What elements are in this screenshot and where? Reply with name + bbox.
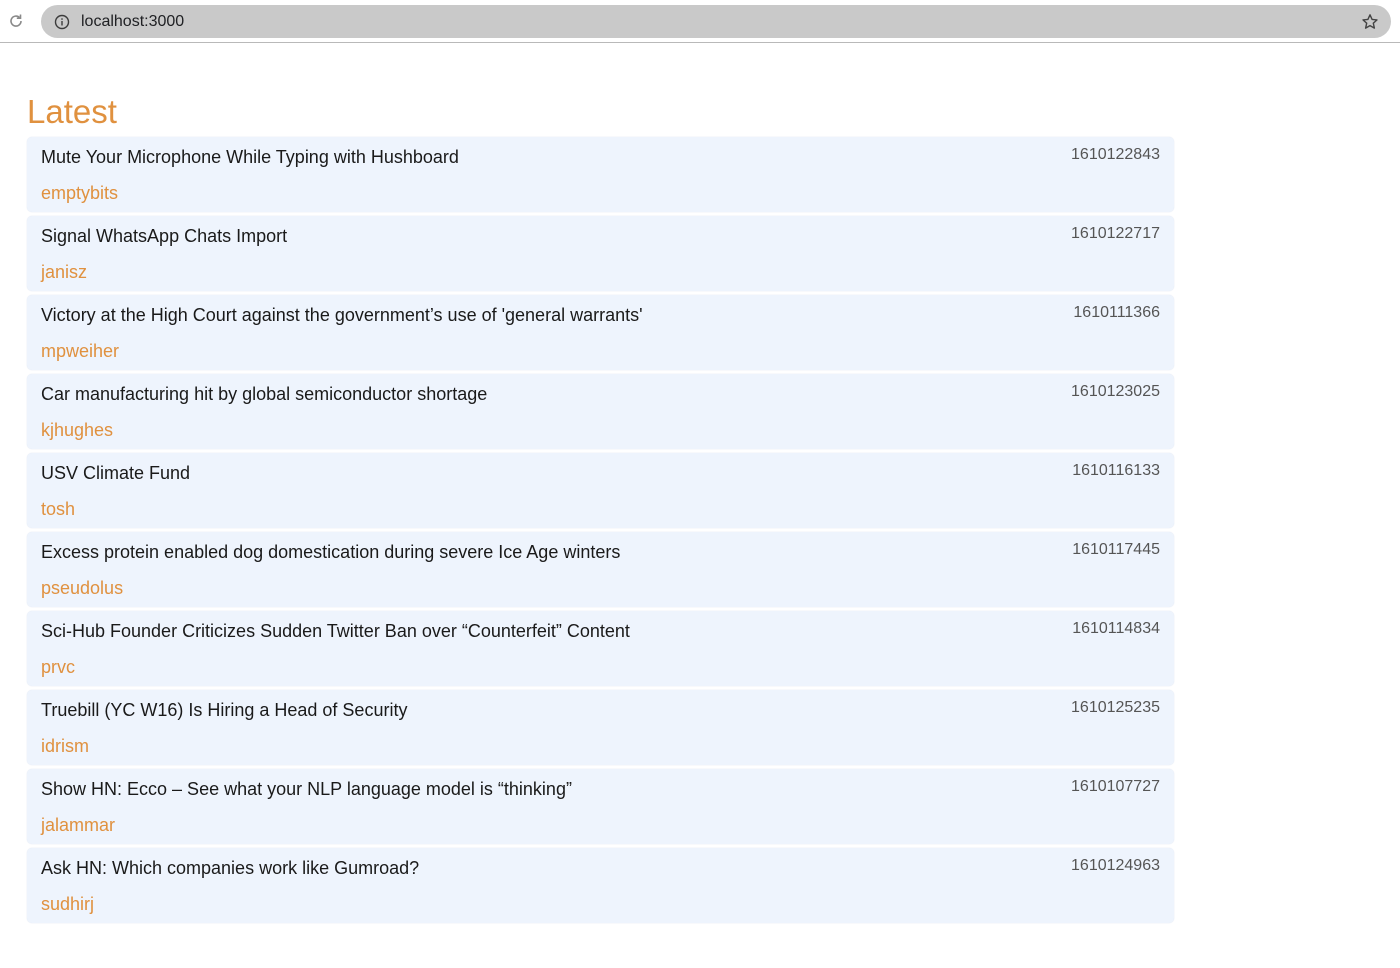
story-timestamp: 1610122717	[1071, 225, 1160, 242]
story-timestamp: 1610125235	[1071, 699, 1160, 716]
story-timestamp: 1610117445	[1072, 541, 1160, 558]
story-title[interactable]: Signal WhatsApp Chats Import	[41, 226, 287, 247]
story-list: Mute Your Microphone While Typing with H…	[27, 137, 1174, 927]
story-card[interactable]: USV Climate Fund 1610116133 tosh	[27, 453, 1174, 528]
page-title: Latest	[27, 93, 117, 130]
story-timestamp: 1610116133	[1072, 462, 1160, 479]
story-card[interactable]: Signal WhatsApp Chats Import 1610122717 …	[27, 216, 1174, 291]
bookmark-button[interactable]	[1359, 11, 1381, 33]
address-bar[interactable]: localhost:3000	[41, 5, 1391, 38]
story-author[interactable]: kjhughes	[41, 420, 113, 441]
story-title[interactable]: Car manufacturing hit by global semicond…	[41, 384, 487, 405]
story-timestamp: 1610123025	[1071, 383, 1160, 400]
url-text[interactable]: localhost:3000	[81, 12, 184, 31]
story-title[interactable]: Ask HN: Which companies work like Gumroa…	[41, 858, 419, 879]
story-author[interactable]: jalammar	[41, 815, 115, 836]
story-timestamp: 1610122843	[1071, 146, 1160, 163]
story-title[interactable]: Excess protein enabled dog domestication…	[41, 542, 620, 563]
story-card[interactable]: Sci-Hub Founder Criticizes Sudden Twitte…	[27, 611, 1174, 686]
star-icon	[1362, 14, 1378, 29]
story-author[interactable]: emptybits	[41, 183, 118, 204]
story-timestamp: 1610107727	[1071, 778, 1160, 795]
story-card[interactable]: Excess protein enabled dog domestication…	[27, 532, 1174, 607]
story-title[interactable]: Victory at the High Court against the go…	[41, 305, 643, 326]
story-card[interactable]: Mute Your Microphone While Typing with H…	[27, 137, 1174, 212]
info-icon[interactable]	[53, 13, 71, 31]
story-title[interactable]: Sci-Hub Founder Criticizes Sudden Twitte…	[41, 621, 630, 642]
story-title[interactable]: USV Climate Fund	[41, 463, 190, 484]
reload-button[interactable]	[6, 11, 26, 31]
story-card[interactable]: Truebill (YC W16) Is Hiring a Head of Se…	[27, 690, 1174, 765]
story-title[interactable]: Show HN: Ecco – See what your NLP langua…	[41, 779, 572, 800]
story-author[interactable]: sudhirj	[41, 894, 94, 915]
story-author[interactable]: pseudolus	[41, 578, 123, 599]
story-author[interactable]: tosh	[41, 499, 75, 520]
story-card[interactable]: Ask HN: Which companies work like Gumroa…	[27, 848, 1174, 923]
story-author[interactable]: janisz	[41, 262, 87, 283]
story-author[interactable]: prvc	[41, 657, 75, 678]
story-card[interactable]: Car manufacturing hit by global semicond…	[27, 374, 1174, 449]
story-author[interactable]: idrism	[41, 736, 89, 757]
story-timestamp: 1610111366	[1073, 304, 1160, 321]
story-timestamp: 1610124963	[1071, 857, 1160, 874]
story-title[interactable]: Truebill (YC W16) Is Hiring a Head of Se…	[41, 700, 407, 721]
reload-icon	[10, 14, 22, 27]
browser-toolbar: localhost:3000	[0, 0, 1400, 43]
story-card[interactable]: Victory at the High Court against the go…	[27, 295, 1174, 370]
story-card[interactable]: Show HN: Ecco – See what your NLP langua…	[27, 769, 1174, 844]
story-author[interactable]: mpweiher	[41, 341, 119, 362]
story-timestamp: 1610114834	[1072, 620, 1160, 637]
story-title[interactable]: Mute Your Microphone While Typing with H…	[41, 147, 459, 168]
